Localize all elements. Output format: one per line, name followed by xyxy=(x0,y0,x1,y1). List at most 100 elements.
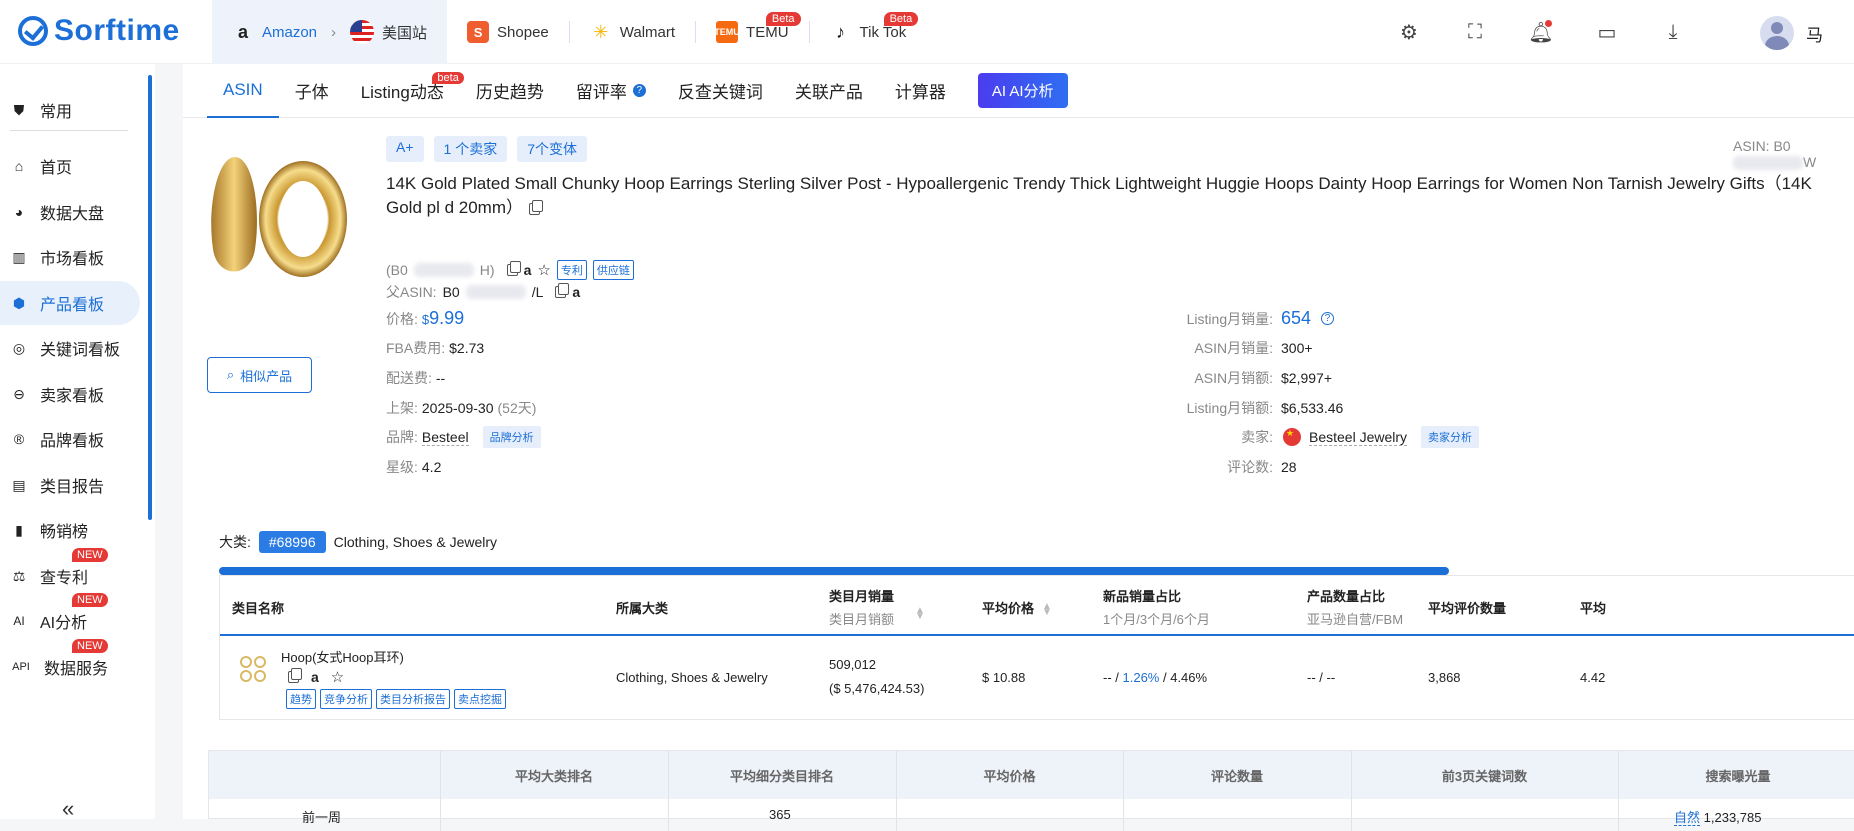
sidebar-item-market[interactable]: ▥ 市场看板 xyxy=(0,235,140,279)
beta-badge: Beta xyxy=(765,12,801,26)
chip-aplus[interactable]: A+ xyxy=(386,136,424,162)
col-category-sales[interactable]: 类目月销量 ▲ ▼ 类目月销额 xyxy=(829,586,925,628)
star-icon[interactable]: ☆ xyxy=(537,261,550,279)
tab-history[interactable]: 历史趋势 xyxy=(460,64,560,118)
tab-asin[interactable]: ASIN xyxy=(207,64,279,118)
sidebar-item-home[interactable]: ⌂ 首页 xyxy=(0,144,140,188)
sort-icon[interactable]: ▲ ▼ xyxy=(1042,601,1052,617)
sidebar-item-dashboard[interactable]: ◕ 数据大盘 xyxy=(0,190,140,234)
chip-variants[interactable]: 7个变体 xyxy=(517,136,587,162)
main-content: ASIN 子体 Listing动态 beta 历史趋势 留评率? 反查关键词 关联… xyxy=(183,64,1854,831)
product-title: 14K Gold Plated Small Chunky Hoop Earrin… xyxy=(386,172,1846,220)
amazon-link-icon[interactable]: a xyxy=(524,262,532,278)
collapse-sidebar-icon[interactable]: « xyxy=(62,796,74,822)
tab-listing-dynamics[interactable]: Listing动态 beta xyxy=(345,64,464,118)
sidebar-scrollbar[interactable] xyxy=(148,75,152,520)
sidebar-item-product[interactable]: ⬢ 产品看板 xyxy=(0,281,140,325)
selling-point-tag[interactable]: 卖点挖掘 xyxy=(454,689,506,709)
col-divider xyxy=(1123,751,1124,831)
brand-analysis-tag[interactable]: 品牌分析 xyxy=(482,426,541,448)
beta-badge: Beta xyxy=(883,12,919,26)
asin-value: B0 xyxy=(1773,138,1791,154)
sidebar-item-ai[interactable]: AI AI分析 NEW xyxy=(0,593,140,643)
supply-chain-tag[interactable]: 供应链 xyxy=(592,260,634,280)
help-icon[interactable]: ? xyxy=(632,84,646,97)
seller-value[interactable]: Besteel Jewelry xyxy=(1309,429,1408,446)
category-name-cell[interactable]: Hoop(女式Hoop耳环) xyxy=(281,647,404,666)
tab-child[interactable]: 子体 xyxy=(279,64,345,118)
seller-analysis-tag[interactable]: 卖家分析 xyxy=(1421,426,1480,448)
china-flag-icon xyxy=(1283,428,1301,446)
bell-icon[interactable]: 🔔︎ xyxy=(1527,18,1555,46)
col-new-ratio: 新品销量占比 1个月/3个月/6个月 xyxy=(1103,586,1210,628)
product-image[interactable] xyxy=(203,149,353,289)
tab-review-rate[interactable]: 留评率? xyxy=(560,64,662,118)
col-divider xyxy=(440,751,441,831)
price-label: 价格: xyxy=(386,310,418,327)
notification-dot xyxy=(1545,20,1552,27)
patent-tag[interactable]: 专利 xyxy=(556,260,587,280)
revenue-cell: ($ 5,476,424.53) xyxy=(829,681,925,696)
sort-icon[interactable]: ▲ ▼ xyxy=(915,606,925,622)
brand-icon: ® xyxy=(13,431,25,447)
sidebar-item-seller[interactable]: ⊖ 卖家看板 xyxy=(0,372,140,416)
platform-tiktok[interactable]: ♪ Tik Tok Beta xyxy=(810,0,927,64)
copy-icon[interactable] xyxy=(506,261,521,276)
sidebar-item-patent[interactable]: ⚖ 查专利 NEW xyxy=(0,548,140,598)
platform-temu[interactable]: TEMU TEMU Beta xyxy=(696,0,809,64)
avg-price-cell: $ 10.88 xyxy=(982,670,1026,685)
star-icon[interactable]: ☆ xyxy=(331,668,344,686)
download-icon[interactable]: ⤓ xyxy=(1659,18,1687,46)
tab-ai-analysis[interactable]: AI AI分析 xyxy=(977,73,1068,108)
rating-label: 星级: xyxy=(386,459,418,475)
exposure-label[interactable]: 自然 xyxy=(1674,810,1701,826)
fullscreen-icon[interactable]: ⛶ xyxy=(1461,18,1489,46)
tab-related-products[interactable]: 关联产品 xyxy=(779,64,879,118)
copy-icon[interactable] xyxy=(555,283,570,298)
similar-products-button[interactable]: ⌕ 相似产品 xyxy=(207,357,312,393)
user-menu[interactable]: 马 xyxy=(1760,16,1823,50)
settings-icon[interactable]: ⚙ xyxy=(1395,18,1423,46)
sidebar-item-label: 首页 xyxy=(40,160,73,177)
amazon-link-icon[interactable]: a xyxy=(311,669,319,685)
platform-shopee[interactable]: S Shopee xyxy=(447,0,569,64)
row-actions: a ☆ xyxy=(288,668,344,686)
logo[interactable]: Sorftime xyxy=(18,14,180,48)
competition-tag[interactable]: 竞争分析 xyxy=(320,689,372,709)
parent-asin-suffix: /L xyxy=(531,284,544,300)
trend-tag[interactable]: 趋势 xyxy=(286,689,316,709)
copy-icon[interactable] xyxy=(529,199,543,215)
copy-icon[interactable] xyxy=(288,668,302,683)
asin-sales-label: ASIN月销量: xyxy=(1194,340,1273,356)
chip-sellers[interactable]: 1 个卖家 xyxy=(433,136,508,162)
tab-calculator[interactable]: 计算器 xyxy=(879,64,962,118)
category-report-tag[interactable]: 类目分析报告 xyxy=(376,689,450,709)
parent-asin-label: 父ASIN: xyxy=(386,284,437,300)
sidebar-item-bestseller[interactable]: ▮ 畅销榜 xyxy=(0,508,140,552)
redacted-mask xyxy=(465,285,526,299)
platform-amazon[interactable]: a Amazon › 美国站 xyxy=(212,0,448,64)
horizontal-scrollbar[interactable] xyxy=(219,567,1449,575)
folder-icon[interactable]: ▭ xyxy=(1593,18,1621,46)
sidebar-item-label: 数据大盘 xyxy=(40,206,105,223)
bar-chart-icon: ▮ xyxy=(15,521,23,538)
redacted-mask xyxy=(413,263,474,277)
col-divider xyxy=(1618,751,1619,831)
us-flag-icon xyxy=(350,20,375,44)
help-icon[interactable]: ? xyxy=(1321,312,1335,325)
sidebar-item-data-service[interactable]: API 数据服务 NEW xyxy=(0,639,140,689)
main-category: 大类: #68996 Clothing, Shoes & Jewelry xyxy=(219,531,497,553)
col-avg-price[interactable]: 平均价格 ▲ ▼ xyxy=(982,598,1052,617)
amazon-link-icon[interactable]: a xyxy=(572,284,580,300)
new-ratio-6m: / 4.46% xyxy=(1159,670,1208,685)
platform-switcher: a Amazon › 美国站 S Shopee ✳ Walmart TEMU T… xyxy=(212,0,926,64)
sidebar-item-keyword[interactable]: ◎ 关键词看板 xyxy=(0,326,140,370)
sidebar-item-category-report[interactable]: ▤ 类目报告 xyxy=(0,463,140,507)
sidebar-item-favorites[interactable]: ⛊ 常用 xyxy=(0,88,140,132)
row-tags: 趋势 竞争分析 类目分析报告 卖点挖掘 xyxy=(286,689,506,709)
platform-walmart[interactable]: ✳ Walmart xyxy=(570,0,695,64)
count-ratio-cell: -- / -- xyxy=(1307,670,1336,685)
sidebar-item-brand[interactable]: ® 品牌看板 xyxy=(0,417,140,461)
brand-value[interactable]: Besteel xyxy=(421,429,469,446)
tab-reverse-keyword[interactable]: 反查关键词 xyxy=(662,64,779,118)
